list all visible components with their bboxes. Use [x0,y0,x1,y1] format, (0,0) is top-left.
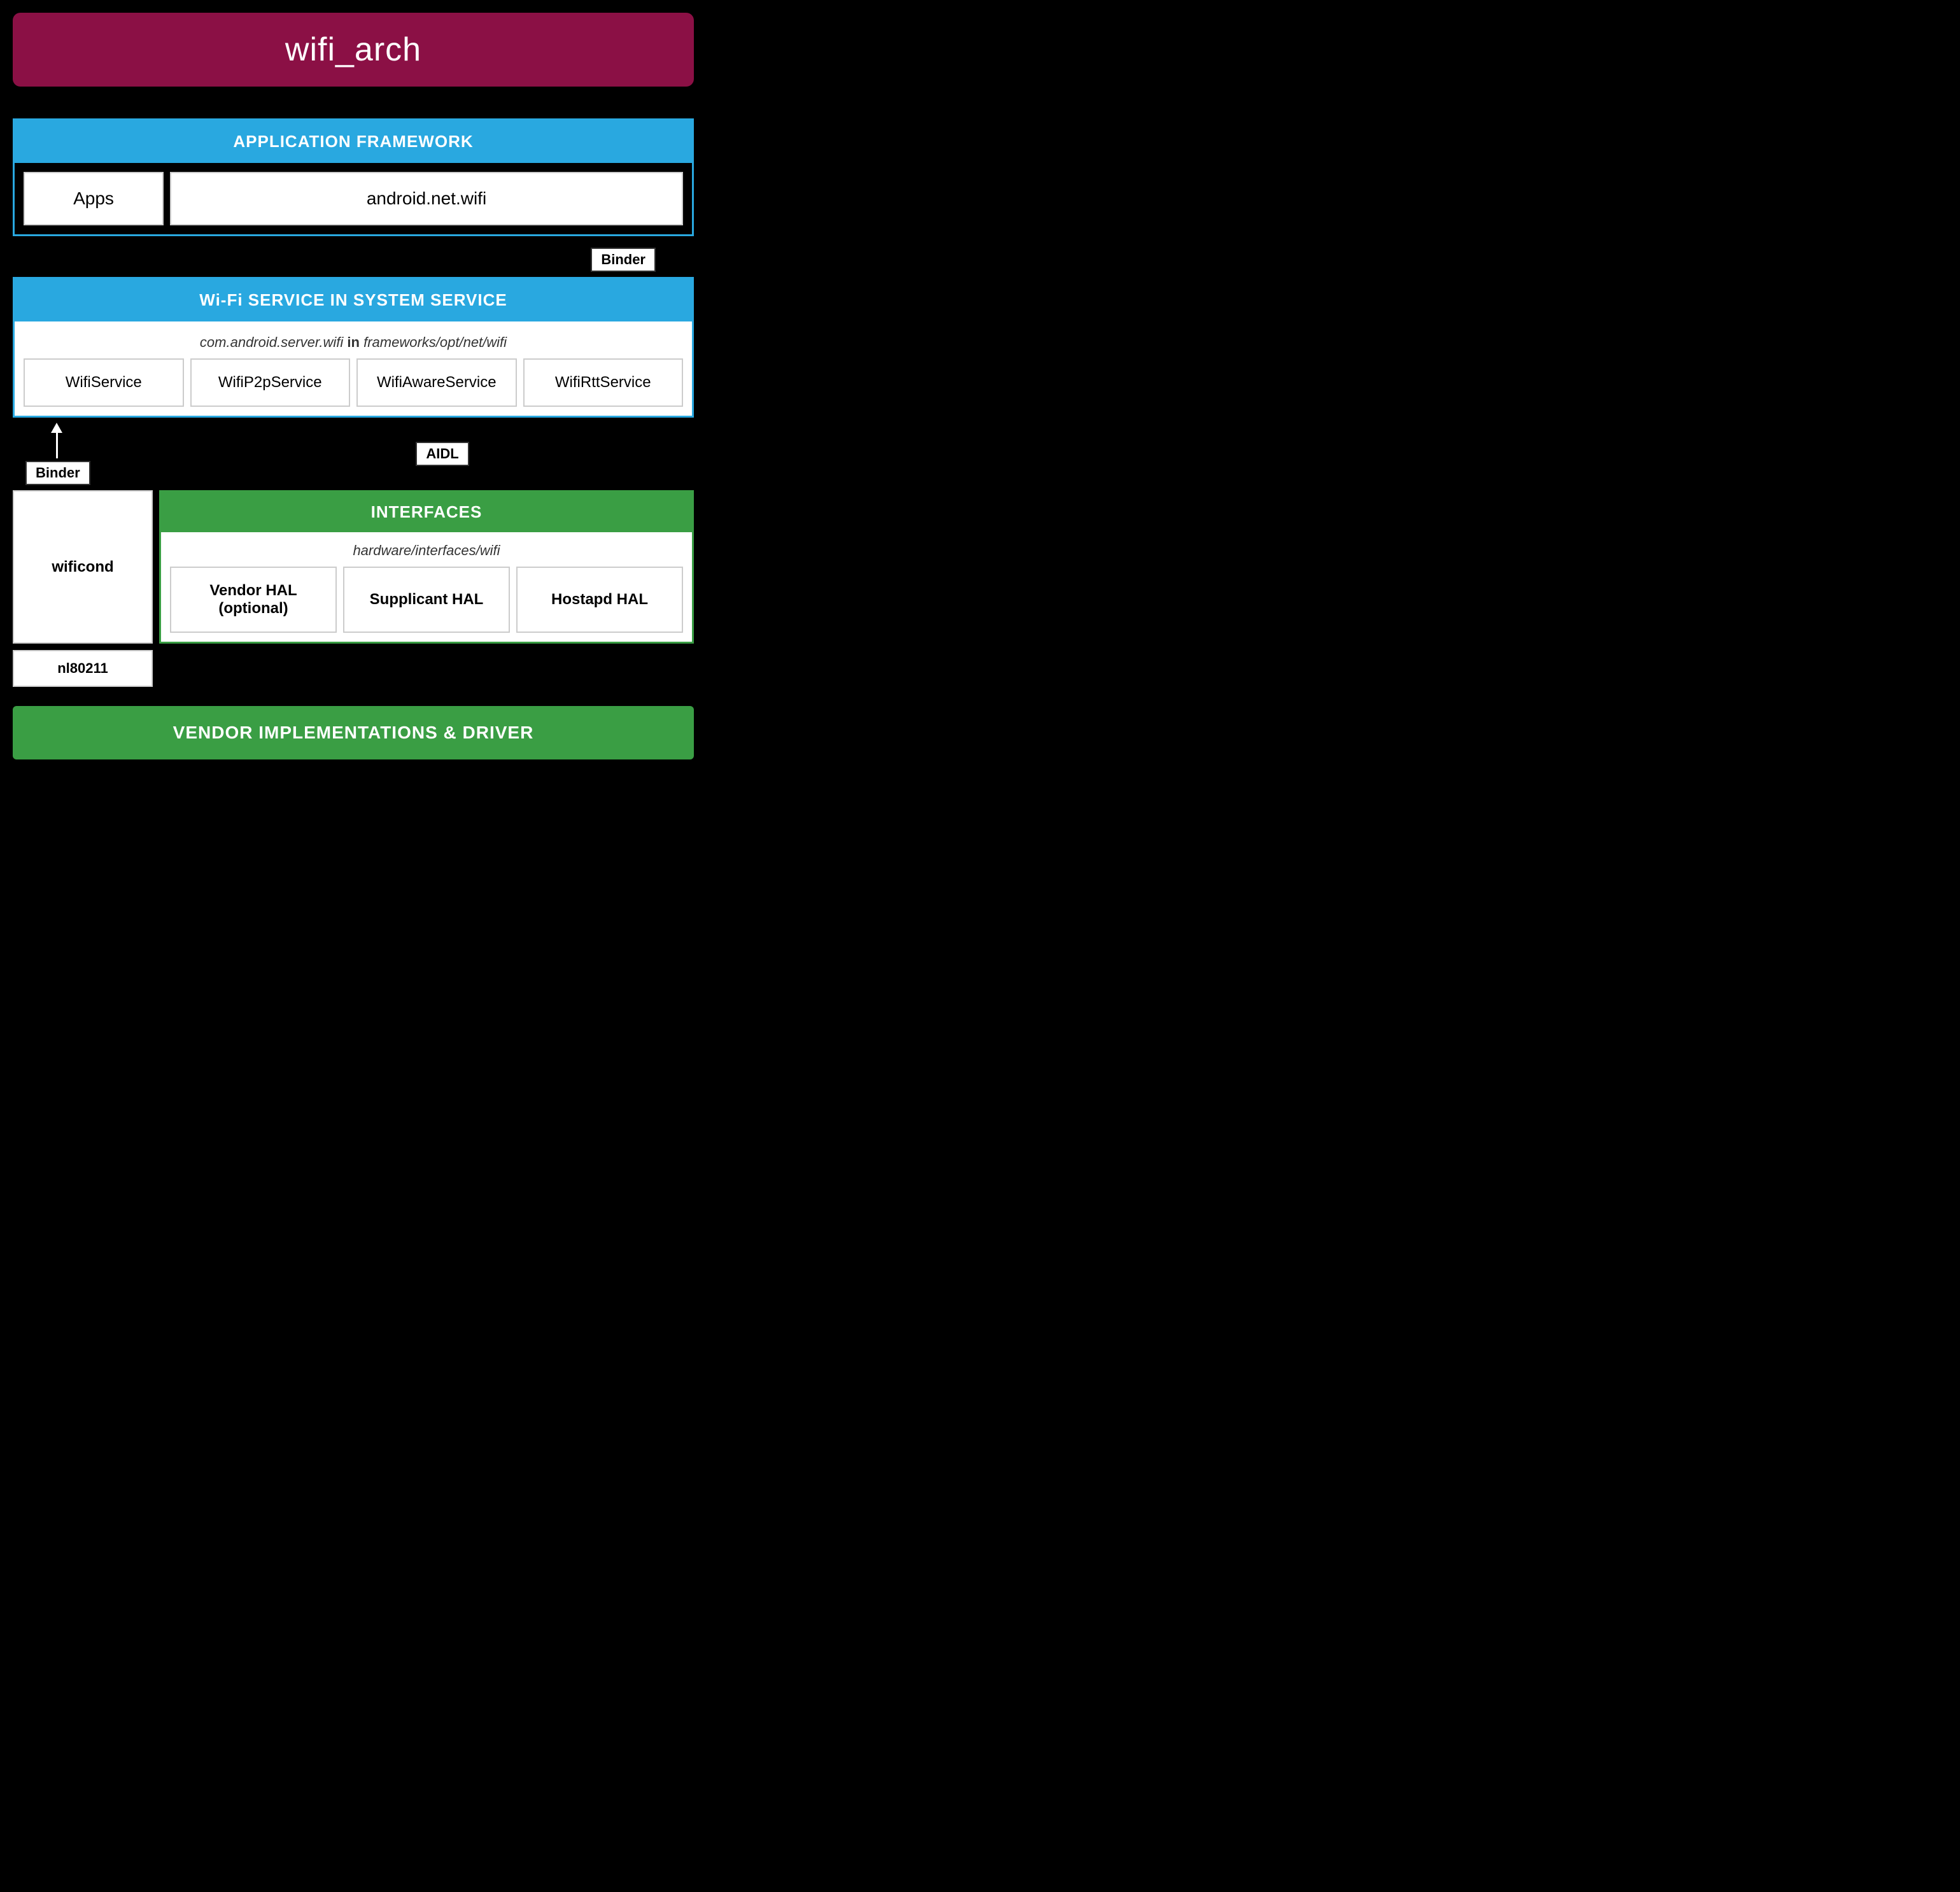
wifi-aware-service-box: WifiAwareService [356,358,517,407]
wificond-box: wificond [13,490,153,644]
binder-label-top: Binder [591,248,656,272]
upward-arrow [51,423,62,458]
vendor-label: VENDOR IMPLEMENTATIONS & DRIVER [173,723,534,742]
wifi-service-header: Wi-Fi SERVICE IN SYSTEM SERVICE [15,279,692,321]
vendor-hal-box: Vendor HAL (optional) [170,567,337,633]
wifi-service-section: Wi-Fi SERVICE IN SYSTEM SERVICE com.andr… [13,277,694,418]
arrowhead-icon [51,423,62,433]
wifi-service-box: WifiService [24,358,184,407]
wificond-label: wificond [52,558,113,576]
wifi-p2p-service-box: WifiP2pService [190,358,351,407]
nl80211-label: nl80211 [57,660,108,677]
binder-connector-row: Binder [13,243,694,272]
app-framework-header: APPLICATION FRAMEWORK [15,120,692,163]
app-framework-section: APPLICATION FRAMEWORK Apps android.net.w… [13,118,694,236]
android-net-wifi-label: android.net.wifi [367,188,486,209]
nl80211-box: nl80211 [13,650,153,687]
wifi-service-path: com.android.server.wifi in frameworks/op… [24,328,683,358]
page-title: wifi_arch [25,31,681,69]
apps-label: Apps [73,188,114,209]
android-net-wifi-box: android.net.wifi [170,172,683,225]
services-row: WifiService WifiP2pService WifiAwareServ… [24,358,683,407]
title-bar: wifi_arch [13,13,694,87]
connector-row: Binder AIDL [13,423,694,485]
aidl-label: AIDL [416,442,469,466]
wificond-interfaces-section: wificond INTERFACES hardware/interfaces/… [13,490,694,687]
hostapd-hal-box: Hostapd HAL [516,567,683,633]
vendor-section: VENDOR IMPLEMENTATIONS & DRIVER [13,706,694,759]
wifi-rtt-service-box: WifiRttService [523,358,684,407]
binder-label-left: Binder [25,461,90,485]
hw-path: hardware/interfaces/wifi [170,539,683,567]
interfaces-section: INTERFACES hardware/interfaces/wifi Vend… [159,490,694,644]
interfaces-header: INTERFACES [161,492,692,532]
hal-row: Vendor HAL (optional) Supplicant HAL Hos… [170,567,683,633]
wificond-interfaces-row: wificond INTERFACES hardware/interfaces/… [13,490,694,644]
nl80211-row: nl80211 [13,650,694,687]
binder-connector-left: Binder [13,423,191,485]
arrow-line [56,433,58,458]
supplicant-hal-box: Supplicant HAL [343,567,510,633]
apps-box: Apps [24,172,164,225]
aidl-connector-right: AIDL [191,423,694,466]
